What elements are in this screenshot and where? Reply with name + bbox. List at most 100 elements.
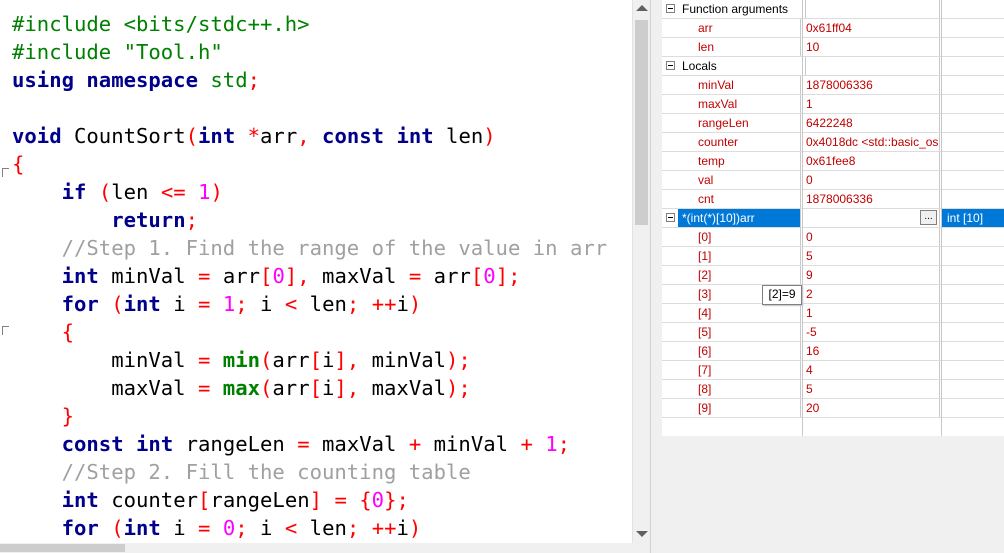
watch-name: [5] <box>678 323 801 341</box>
collapse-toggle-icon[interactable] <box>666 61 675 70</box>
editor-horizontal-scrollbar[interactable] <box>0 543 650 553</box>
code-line[interactable]: void CountSort(int *arr, const int len) <box>12 122 496 150</box>
watch-value[interactable]: 0 <box>802 228 940 246</box>
code-line[interactable]: if (len <= 1) <box>12 178 223 206</box>
watch-row[interactable]: [6] 16 <box>662 342 1004 361</box>
watch-row[interactable]: cnt 1878006336 <box>662 190 1004 209</box>
watch-row[interactable]: [4] 1 <box>662 304 1004 323</box>
watch-name: [9] <box>678 399 801 417</box>
watch-value[interactable]: 9 <box>802 266 940 284</box>
collapse-toggle-icon[interactable] <box>666 213 675 222</box>
code-token: [ <box>260 264 273 288</box>
watch-value[interactable]: 2 <box>802 285 940 303</box>
watches-table[interactable]: Function arguments arr 0x61ff04 len 10 Locals… <box>662 0 1004 436</box>
watch-type <box>941 57 1004 75</box>
watch-value[interactable] <box>802 57 940 75</box>
watch-value[interactable]: 5 <box>802 380 940 398</box>
code-line[interactable]: using namespace std; <box>12 66 260 94</box>
code-line[interactable]: minVal = min(arr[i], minVal); <box>12 346 471 374</box>
code-token: ) <box>408 516 422 540</box>
watch-group-row[interactable]: Locals <box>662 57 1004 76</box>
code-line[interactable]: } <box>12 402 74 430</box>
code-token: i <box>396 516 409 540</box>
code-line[interactable]: #include <bits/stdc++.h> <box>12 10 310 38</box>
watch-row[interactable]: [3] 2 <box>662 285 1004 304</box>
scroll-up-arrow-icon[interactable] <box>636 5 648 11</box>
watch-value[interactable]: 1 <box>802 304 940 322</box>
code-line[interactable]: { <box>12 318 74 346</box>
watch-value[interactable]: 1 <box>802 95 940 113</box>
watch-name: [1] <box>678 247 801 265</box>
watch-row[interactable]: [8] 5 <box>662 380 1004 399</box>
code-token: } <box>61 404 75 428</box>
watch-row[interactable]: [1] 5 <box>662 247 1004 266</box>
watch-name: temp <box>678 152 801 170</box>
watch-value[interactable]: 6422248 <box>802 114 940 132</box>
watch-value[interactable]: 1878006336 <box>802 190 940 208</box>
code-token: ]; <box>495 264 521 288</box>
watch-row[interactable]: [9] 20 <box>662 399 1004 418</box>
collapse-toggle-icon[interactable] <box>666 4 675 13</box>
scroll-down-arrow-icon[interactable] <box>636 531 648 537</box>
watch-row[interactable]: *(int(*)[10])arr... int [10] <box>662 209 1004 228</box>
watch-value[interactable]: 1878006336 <box>802 76 940 94</box>
watch-value[interactable] <box>802 0 940 18</box>
code-token: const <box>61 432 124 456</box>
watch-row[interactable]: val 0 <box>662 171 1004 190</box>
watch-row[interactable]: maxVal 1 <box>662 95 1004 114</box>
watch-value[interactable]: 0x61fee8 <box>802 152 940 170</box>
code-line[interactable]: //Step 2. Fill the counting table <box>12 458 471 486</box>
code-line[interactable]: //Step 1. Find the range of the value in… <box>12 234 608 262</box>
code-line[interactable]: int counter[rangeLen] = {0}; <box>12 486 409 514</box>
watch-value[interactable]: 0 <box>802 171 940 189</box>
watch-row[interactable]: minVal 1878006336 <box>662 76 1004 95</box>
watch-name: *(int(*)[10])arr <box>678 209 801 227</box>
watch-value[interactable]: 4 <box>802 361 940 379</box>
code-token: i <box>160 516 199 540</box>
code-line[interactable]: for (int i = 1; i < len; ++i) <box>12 290 422 318</box>
watch-value[interactable]: 20 <box>802 399 940 417</box>
code-line[interactable]: { <box>12 150 24 178</box>
scroll-thumb[interactable] <box>635 20 648 225</box>
watch-row[interactable]: [2] 9 <box>662 266 1004 285</box>
code-token: i <box>247 292 285 316</box>
code-token: = <box>297 432 310 456</box>
code-line[interactable]: maxVal = max(arr[i], maxVal); <box>12 374 471 402</box>
code-line[interactable]: const int rangeLen = maxVal + minVal + 1… <box>12 430 570 458</box>
scroll-thumb[interactable] <box>0 544 125 552</box>
code-line[interactable]: for (int i = 0; i < len; ++i) <box>12 514 422 542</box>
watch-value[interactable]: 16 <box>802 342 940 360</box>
code-editor[interactable]: #include <bits/stdc++.h> #include "Tool.h… <box>0 0 650 553</box>
column-divider <box>802 0 803 436</box>
watch-row[interactable]: [7] 4 <box>662 361 1004 380</box>
watch-row[interactable]: len 10 <box>662 38 1004 57</box>
watch-row[interactable]: rangeLen 6422248 <box>662 114 1004 133</box>
code-line[interactable]: int minVal = arr[0], maxVal = arr[0]; <box>12 262 521 290</box>
ellipsis-button[interactable]: ... <box>920 210 937 225</box>
watch-row[interactable]: counter 0x4018dc <std::basic_os <box>662 133 1004 152</box>
code-token: arr <box>272 376 310 400</box>
code-line[interactable]: return; <box>12 206 198 234</box>
watch-row[interactable]: [0] 0 <box>662 228 1004 247</box>
watch-value[interactable]: -5 <box>802 323 940 341</box>
code-token: ) <box>483 124 496 148</box>
watch-value[interactable]: 10 <box>802 38 940 56</box>
editor-vertical-scrollbar[interactable] <box>632 0 650 543</box>
watch-group-row[interactable]: Function arguments <box>662 0 1004 19</box>
watch-row[interactable]: [5] -5 <box>662 323 1004 342</box>
watch-value[interactable]: 0x4018dc <std::basic_os <box>802 133 940 151</box>
watch-value[interactable]: 0x61ff04 <box>802 19 940 37</box>
code-token: ; <box>557 432 571 456</box>
fold-marker-icon[interactable] <box>0 158 8 168</box>
watch-value[interactable]: 5 <box>802 247 940 265</box>
code-line[interactable]: #include "Tool.h" <box>12 38 223 66</box>
watch-row[interactable]: arr 0x61ff04 <box>662 19 1004 38</box>
code-token: * <box>247 124 261 148</box>
watch-row[interactable]: temp 0x61fee8 <box>662 152 1004 171</box>
code-token: minVal <box>421 432 521 456</box>
